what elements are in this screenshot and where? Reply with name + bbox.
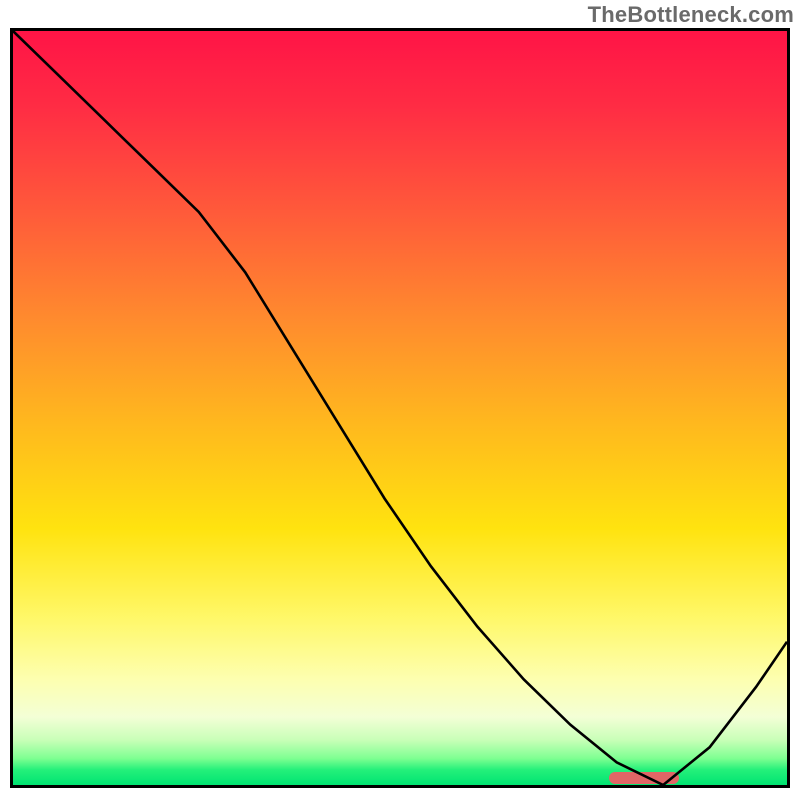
curve-overlay: [13, 31, 787, 785]
plot-frame: [10, 28, 790, 788]
bottleneck-curve-path: [13, 31, 787, 785]
chart-container: TheBottleneck.com: [0, 0, 800, 800]
watermark-text: TheBottleneck.com: [588, 2, 794, 28]
